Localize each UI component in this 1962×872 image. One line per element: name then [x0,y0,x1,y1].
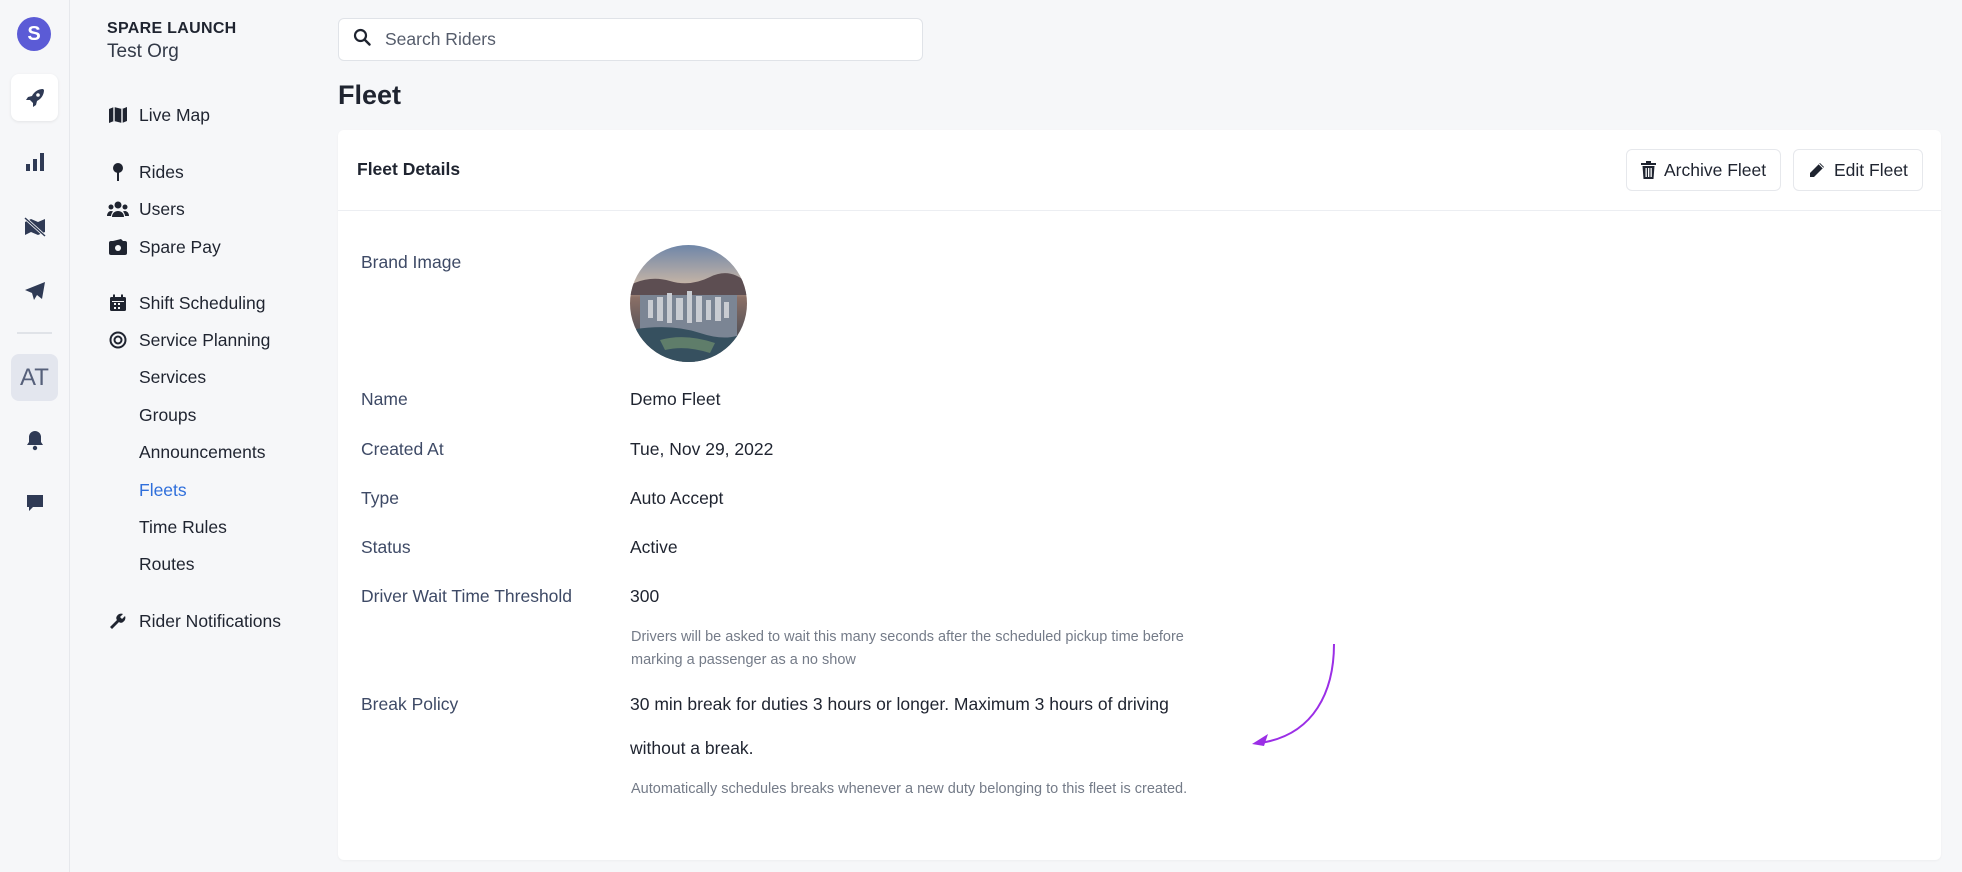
icon-rail: S AT [0,0,70,872]
at-profile-button[interactable]: AT [11,354,58,401]
nav-users-label: Users [139,198,185,219]
nav-shift-scheduling[interactable]: Shift Scheduling [107,291,265,315]
org-header: SPARE LAUNCH Test Org [107,20,237,63]
trash-icon [1641,161,1656,179]
nav-groups[interactable]: Groups [139,405,196,426]
edit-fleet-button[interactable]: Edit Fleet [1793,149,1923,191]
org-name: Test Org [107,41,179,62]
archive-fleet-label: Archive Fleet [1664,159,1767,180]
map-icon [107,104,129,126]
nav-rider-notifications-label: Rider Notifications [139,610,281,631]
nav-service-planning[interactable]: Service Planning [107,328,270,352]
annotation-arrow-icon [1252,643,1335,746]
nav-shift-scheduling-label: Shift Scheduling [139,292,266,313]
card-header: Fleet Details Archive Fleet Edit Fleet [338,130,1941,211]
rail-divider [17,332,52,334]
org-avatar[interactable]: S [17,17,51,51]
nav-rides-label: Rides [139,161,184,182]
org-brand: SPARE LAUNCH [107,20,237,37]
name-label: Name [361,389,408,409]
calendar-icon [107,292,129,314]
nav-announcements[interactable]: Announcements [139,442,265,463]
paper-plane-icon[interactable] [11,267,58,314]
search-bar [338,18,923,61]
nav-time-rules[interactable]: Time Rules [139,517,227,538]
nav-services[interactable]: Services [139,367,206,388]
wait-time-value: 300 [630,586,660,606]
map-off-icon[interactable] [11,203,58,250]
wait-time-help: Drivers will be asked to wait this many … [631,629,1184,668]
status-value: Active [630,537,678,557]
bell-icon[interactable] [11,416,58,463]
nav-service-planning-label: Service Planning [139,329,271,350]
nav-fleets[interactable]: Fleets [139,480,187,501]
brand-image [630,245,747,362]
type-label: Type [361,488,399,508]
break-policy-value-line2: without a break. [630,738,754,758]
chat-icon[interactable] [11,479,58,526]
wallet-icon [107,236,129,258]
bar-chart-icon[interactable] [11,138,58,185]
wait-time-label: Driver Wait Time Threshold [361,586,573,606]
created-at-value: Tue, Nov 29, 2022 [630,439,774,459]
rocket-icon[interactable] [11,74,58,121]
page-title: Fleet [338,80,402,110]
break-policy-help: Automatically schedules breaks whenever … [631,781,1188,797]
nav-rides[interactable]: Rides [107,160,184,184]
created-at-label: Created At [361,439,444,459]
fleet-details-card: Fleet Details Archive Fleet Edit Fleet B… [338,130,1941,860]
archive-fleet-button[interactable]: Archive Fleet [1626,149,1782,191]
status-label: Status [361,537,411,557]
name-value: Demo Fleet [630,389,721,409]
nav-live-map[interactable]: Live Map [107,103,210,127]
card-title: Fleet Details [357,159,461,179]
nav-rider-notifications[interactable]: Rider Notifications [107,609,281,633]
nav-spare-pay[interactable]: Spare Pay [107,235,221,259]
edit-fleet-label: Edit Fleet [1834,159,1908,180]
brand-image-label: Brand Image [361,252,462,272]
users-icon [107,198,129,220]
search-input[interactable] [385,29,905,50]
target-icon [107,329,129,351]
nav-spare-pay-label: Spare Pay [139,236,221,257]
pin-icon [107,161,129,183]
break-policy-value-line1: 30 min break for duties 3 hours or longe… [630,694,1169,714]
nav-routes[interactable]: Routes [139,554,194,575]
wrench-icon [107,610,129,632]
pencil-icon [1808,161,1826,179]
search-icon [353,28,371,51]
type-value: Auto Accept [630,488,724,508]
nav-users[interactable]: Users [107,197,185,221]
break-policy-label: Break Policy [361,694,459,714]
nav-live-map-label: Live Map [139,104,211,125]
